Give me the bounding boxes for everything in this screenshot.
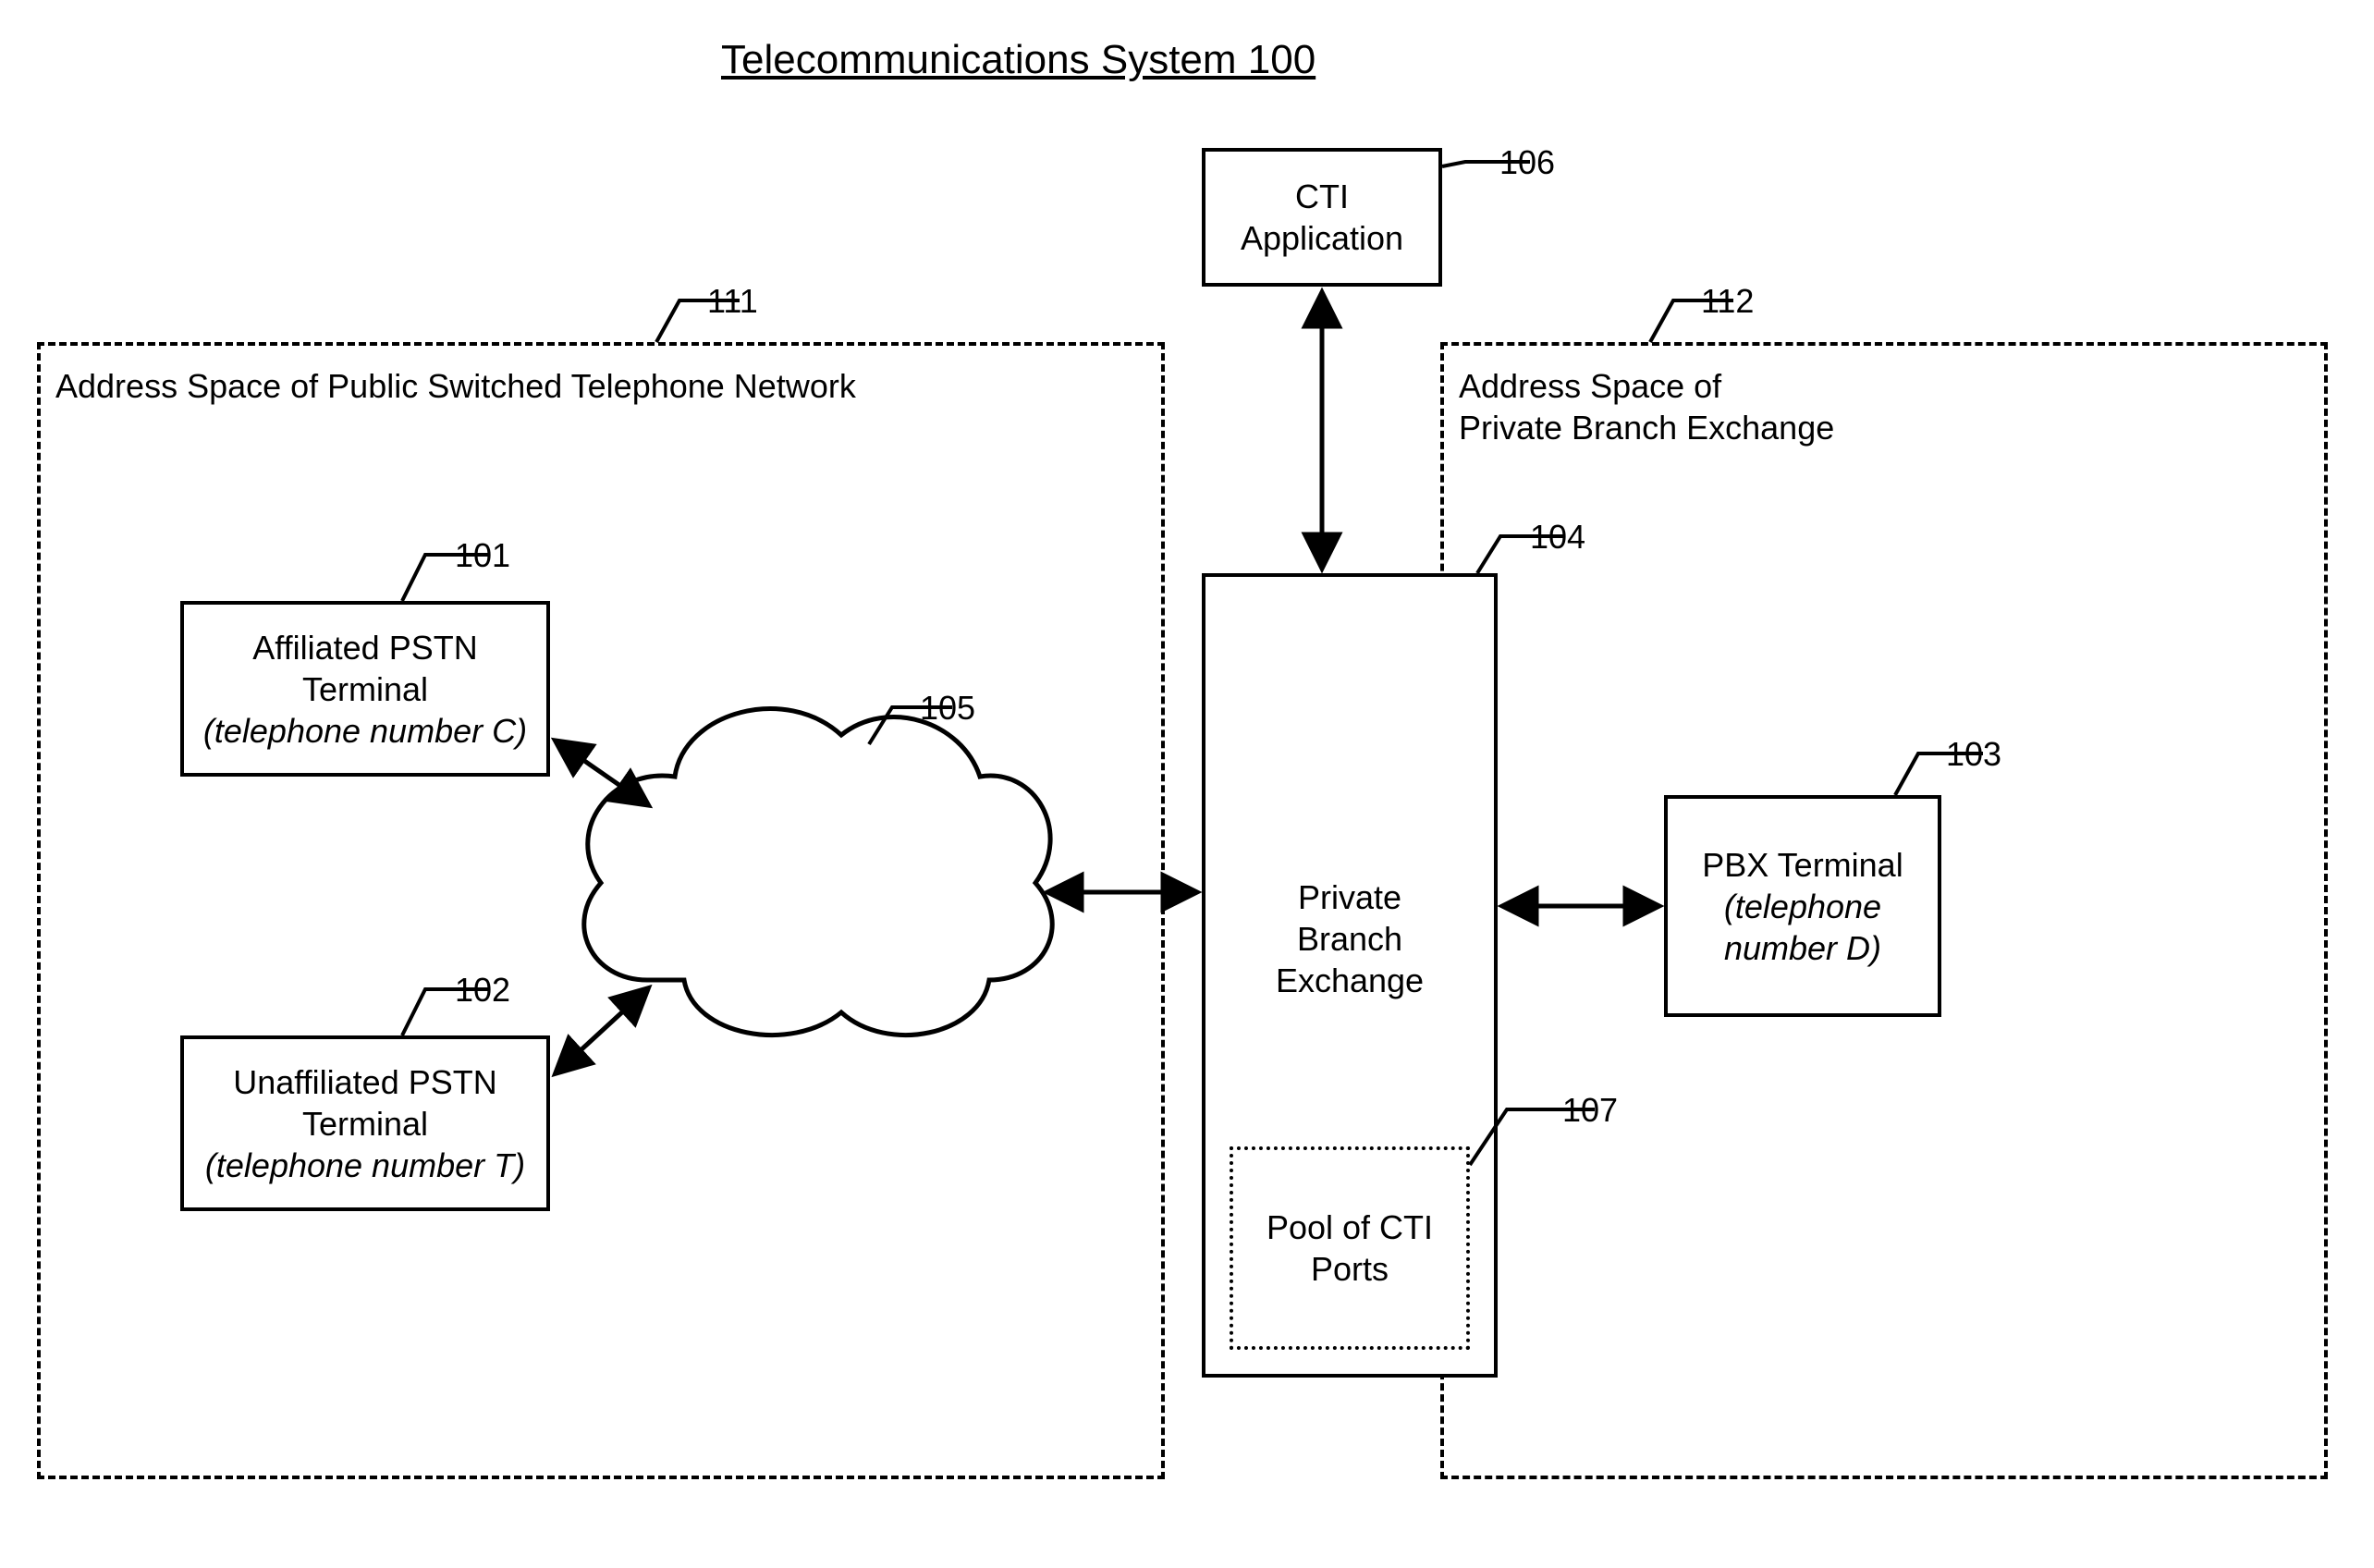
pstn-cloud-line1: Public Switched — [652, 864, 957, 906]
cti-app-line1: CTI — [1241, 176, 1403, 217]
unaffiliated-line3: (telephone number T) — [205, 1145, 525, 1186]
ref-101: 101 — [455, 536, 510, 575]
cloud-pstn-label: Public Switched Telephone Network — [652, 864, 957, 948]
ref-102: 102 — [455, 971, 510, 1010]
node-affiliated-pstn-terminal: Affiliated PSTN Terminal (telephone numb… — [180, 601, 550, 777]
cti-ports-line2: Ports — [1267, 1248, 1433, 1290]
unaffiliated-line1: Unaffiliated PSTN — [205, 1061, 525, 1103]
cti-ports-line1: Pool of CTI — [1267, 1207, 1433, 1248]
ref-111: 111 — [707, 282, 758, 321]
pbx-terminal-line1: PBX Terminal — [1702, 844, 1903, 886]
pbx-terminal-line3: number D) — [1702, 927, 1903, 969]
pstn-cloud-line2: Telephone Network — [652, 906, 957, 948]
region-pstn-label: Address Space of Public Switched Telepho… — [55, 365, 856, 407]
unaffiliated-line2: Terminal — [205, 1103, 525, 1145]
diagram-title: Telecommunications System 100 — [721, 37, 1315, 83]
pbx-line2: Branch — [1276, 918, 1424, 960]
pbx-line1: Private — [1276, 876, 1424, 918]
ref-105: 105 — [920, 689, 975, 728]
node-pbx-terminal: PBX Terminal (telephone number D) — [1664, 795, 1941, 1017]
cti-app-line2: Application — [1241, 217, 1403, 259]
ref-106: 106 — [1499, 143, 1555, 182]
affiliated-line1: Affiliated PSTN — [203, 627, 527, 668]
ref-103: 103 — [1946, 735, 2001, 774]
node-pool-of-cti-ports: Pool of CTI Ports — [1230, 1146, 1470, 1350]
pbx-terminal-line2: (telephone — [1702, 886, 1903, 927]
pbx-line3: Exchange — [1276, 960, 1424, 1001]
region-pbx-label-2: Private Branch Exchange — [1459, 407, 1834, 448]
node-unaffiliated-pstn-terminal: Unaffiliated PSTN Terminal (telephone nu… — [180, 1035, 550, 1211]
affiliated-line3: (telephone number C) — [203, 710, 527, 752]
region-pstn-address-space — [37, 342, 1165, 1479]
ref-104: 104 — [1530, 518, 1585, 557]
region-pbx-label-1: Address Space of — [1459, 365, 1721, 407]
node-cti-application: CTI Application — [1202, 148, 1442, 287]
ref-107: 107 — [1562, 1091, 1618, 1130]
diagram-canvas: Telecommunications System 100 Address Sp… — [0, 0, 2374, 1568]
affiliated-line2: Terminal — [203, 668, 527, 710]
ref-112: 112 — [1701, 282, 1754, 321]
